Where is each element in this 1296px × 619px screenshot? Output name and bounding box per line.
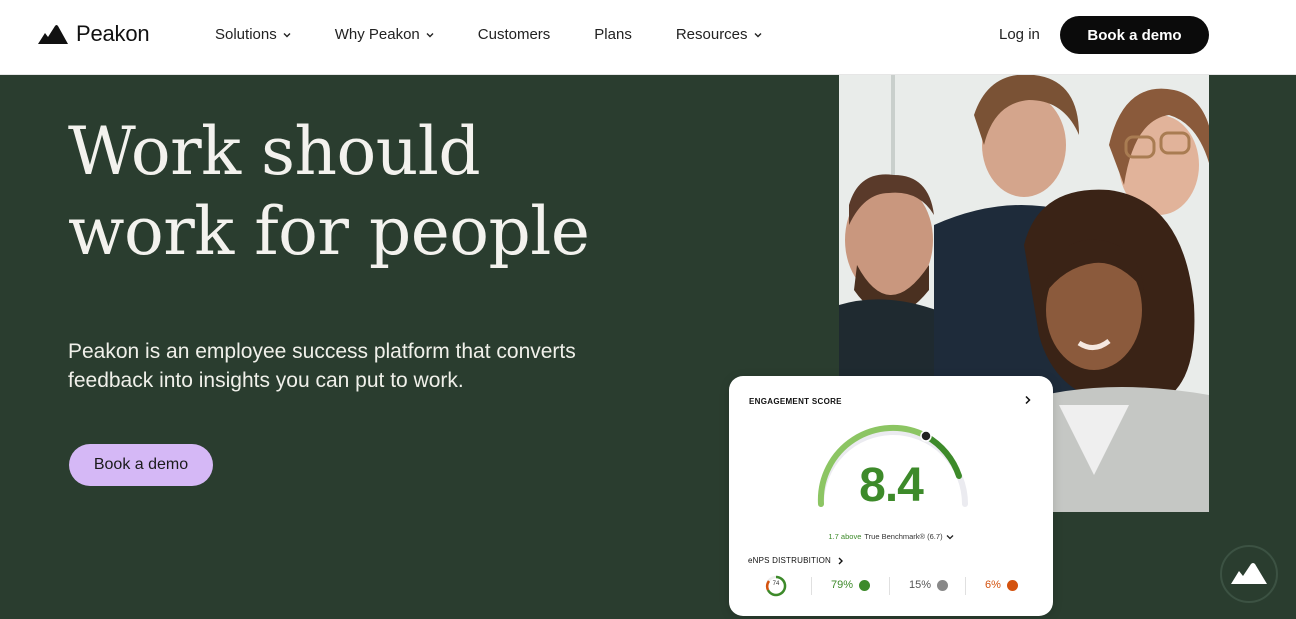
nav-resources[interactable]: Resources — [676, 26, 762, 43]
promoters-stat: 79% — [831, 579, 871, 591]
passives-value: 15% — [909, 579, 932, 591]
hero-subtext: Peakon is an employee success platform t… — [68, 337, 668, 395]
enps-stats-row: 74 79% 15% 6% — [765, 575, 1035, 597]
engagement-score-card[interactable]: ENGAGEMENT SCORE 8.4 1.7 above True Benc… — [729, 376, 1053, 616]
enps-ring-value: 74 — [772, 581, 780, 587]
book-demo-nav-button[interactable]: Book a demo — [1060, 16, 1209, 54]
nav-links: Solutions Why Peakon Customers Plans Res… — [215, 26, 806, 43]
chevron-down-icon — [426, 32, 434, 37]
chevron-right-icon[interactable] — [1023, 395, 1033, 405]
engagement-score-title: ENGAGEMENT SCORE — [749, 397, 842, 406]
hero-subtext-line1: Peakon is an employee success platform t… — [68, 340, 576, 363]
hero-headline: Work should work for people — [68, 112, 788, 272]
nav-plans[interactable]: Plans — [594, 26, 632, 43]
nav-solutions-label: Solutions — [215, 26, 277, 43]
passives-stat: 15% — [909, 579, 949, 591]
enps-distribution-link[interactable]: eNPS DISTRUBITION — [748, 556, 844, 565]
benchmark-row[interactable]: 1.7 above True Benchmark® (6.7) — [729, 532, 1053, 541]
chevron-down-icon — [283, 32, 291, 37]
hero-headline-line1: Work should — [68, 113, 481, 190]
brand-logo[interactable]: Peakon — [38, 20, 150, 48]
chevron-right-icon — [838, 557, 843, 564]
hero-headline-line2: work for people — [68, 193, 590, 270]
detractors-value: 6% — [985, 579, 1001, 591]
chevron-down-icon — [946, 534, 954, 539]
chat-launcher-button[interactable] — [1220, 545, 1278, 603]
login-link[interactable]: Log in — [999, 26, 1040, 43]
benchmark-above: 1.7 above — [828, 532, 862, 541]
brand-name: Peakon — [76, 21, 150, 46]
nav-solutions[interactable]: Solutions — [215, 26, 291, 43]
divider — [889, 577, 890, 595]
peakon-mountain-icon — [1231, 563, 1267, 584]
nav-why-peakon-label: Why Peakon — [334, 26, 420, 43]
detractors-stat: 6% — [985, 579, 1018, 591]
benchmark-text: True Benchmark® (6.7) — [864, 532, 943, 541]
neutral-face-icon — [937, 579, 949, 591]
divider — [965, 577, 966, 595]
happy-face-icon — [859, 579, 871, 591]
nav-customers[interactable]: Customers — [478, 26, 551, 43]
nav-why-peakon[interactable]: Why Peakon — [335, 26, 434, 43]
book-demo-hero-button[interactable]: Book a demo — [69, 444, 213, 486]
sad-face-icon — [1006, 579, 1018, 591]
peakon-mountain-icon — [38, 25, 68, 44]
nav-plans-label: Plans — [594, 26, 632, 43]
engagement-score-value: 8.4 — [859, 459, 924, 512]
enps-label-text: eNPS DISTRUBITION — [748, 556, 831, 565]
promoters-value: 79% — [831, 579, 854, 591]
nav-resources-label: Resources — [675, 26, 748, 43]
nav-customers-label: Customers — [477, 26, 551, 43]
chevron-down-icon — [754, 32, 762, 37]
divider — [811, 577, 812, 595]
hero-subtext-line2: feedback into insights you can put to wo… — [68, 369, 464, 392]
top-navigation: Peakon Solutions Why Peakon Customers Pl… — [0, 0, 1296, 75]
